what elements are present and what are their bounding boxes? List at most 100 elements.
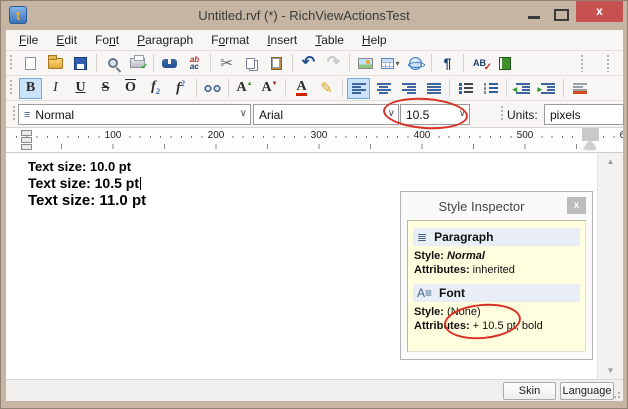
toolbar-separator: [431, 54, 432, 72]
paragraph-marks-icon[interactable]: ¶: [436, 53, 459, 74]
title-bar[interactable]: Untitled.rvf (*) - RichViewActionsTest x: [1, 1, 627, 30]
redo-icon[interactable]: ↷: [322, 53, 345, 74]
menu-paragraph[interactable]: Paragraph: [128, 31, 202, 49]
increase-indent-icon[interactable]: ▸: [536, 78, 559, 99]
ruler-label: 300: [306, 130, 332, 141]
menu-file[interactable]: File: [10, 31, 47, 49]
italic-icon[interactable]: I: [44, 78, 67, 99]
overline-icon[interactable]: O: [119, 78, 142, 99]
close-icon[interactable]: x: [576, 1, 623, 22]
decrease-indent-icon[interactable]: ◂: [511, 78, 534, 99]
ruler-label: 400: [409, 130, 435, 141]
superscript-icon[interactable]: f2: [169, 78, 192, 99]
toolbar-grip[interactable]: [607, 55, 610, 72]
style-combo-value: Normal: [35, 108, 74, 122]
ruler-margin-area: [582, 128, 599, 141]
cut-icon[interactable]: ✂: [215, 53, 238, 74]
ruler-minor-ticks: [61, 144, 621, 149]
scroll-down-icon[interactable]: ▼: [598, 362, 623, 379]
underline-icon[interactable]: U: [69, 78, 92, 99]
close-icon[interactable]: x: [567, 197, 586, 214]
menu-edit[interactable]: Edit: [47, 31, 86, 49]
menu-bar: FileEditFontParagraphFormatInsertTableHe…: [6, 30, 623, 51]
document-line[interactable]: Text size: 11.0 pt: [28, 192, 146, 210]
menu-help[interactable]: Help: [353, 31, 396, 49]
scroll-up-icon[interactable]: ▲: [598, 153, 623, 170]
resize-grip[interactable]: [610, 388, 620, 398]
toolbar-grip[interactable]: [501, 106, 504, 122]
print-icon[interactable]: [126, 53, 149, 74]
minimize-icon[interactable]: [528, 16, 540, 19]
shrink-font-icon[interactable]: A▼: [258, 78, 281, 99]
toolbar-grip[interactable]: [10, 55, 13, 71]
bullets-icon[interactable]: [454, 78, 477, 99]
bold-icon[interactable]: B: [19, 78, 42, 99]
align-justify-icon[interactable]: [422, 78, 445, 99]
character-spacing-icon[interactable]: [201, 78, 224, 99]
document-line[interactable]: Text size: 10.5 pt: [28, 175, 146, 192]
toolbar-grip[interactable]: [581, 55, 584, 72]
grow-font-icon[interactable]: A▲: [233, 78, 256, 99]
left-indent-marker[interactable]: [21, 137, 32, 143]
find-icon[interactable]: [158, 53, 181, 74]
units-label: Units:: [507, 108, 538, 122]
status-bar: Skin Language: [6, 379, 623, 401]
document-line-text: Text size: 11.0 pt: [28, 192, 146, 209]
toolbar-separator: [210, 54, 211, 72]
vertical-scrollbar[interactable]: ▲ ▼: [597, 153, 623, 379]
paragraph-attributes-row: Attributes: inherited: [408, 263, 585, 277]
spellcheck-icon[interactable]: AB✓: [468, 53, 491, 74]
chevron-down-icon[interactable]: ∨: [240, 108, 247, 119]
document-line-text: Text size: 10.0 pt: [28, 159, 131, 174]
toolbar-grip[interactable]: [13, 106, 16, 122]
ruler-label: 100: [100, 130, 126, 141]
units-combo[interactable]: pixels: [544, 104, 624, 125]
insert-image-icon[interactable]: [354, 53, 377, 74]
font-combo[interactable]: Arial ∨: [253, 104, 399, 125]
thesaurus-icon[interactable]: [493, 53, 516, 74]
toolbar-separator: [563, 79, 564, 97]
language-button[interactable]: Language: [560, 382, 614, 400]
left-margin-marker[interactable]: [21, 144, 32, 150]
skin-button[interactable]: Skin: [503, 382, 556, 400]
document-line[interactable]: Text size: 10.0 pt: [28, 159, 146, 175]
align-center-icon[interactable]: [372, 78, 395, 99]
font-section-header: A≡ Font: [413, 284, 580, 302]
strikethrough-icon[interactable]: S: [94, 78, 117, 99]
right-indent-marker[interactable]: [584, 141, 596, 149]
font-combo-value: Arial: [259, 108, 283, 122]
replace-icon[interactable]: abac: [183, 53, 206, 74]
toolbar-separator: [463, 54, 464, 72]
print-preview-icon[interactable]: [101, 53, 124, 74]
maximize-icon[interactable]: [554, 9, 569, 21]
first-line-indent-marker[interactable]: [21, 130, 32, 136]
paragraph-section-header: ≣ Paragraph: [413, 228, 580, 246]
paragraph-style-row: Style: Normal: [408, 249, 585, 263]
toolbar-grip[interactable]: [10, 80, 13, 96]
new-document-icon[interactable]: [19, 53, 42, 74]
paragraph-color-icon[interactable]: [568, 78, 591, 99]
copy-icon[interactable]: [240, 53, 263, 74]
align-right-icon[interactable]: [397, 78, 420, 99]
hyperlink-icon[interactable]: [404, 53, 427, 74]
insert-table-icon[interactable]: ▾: [379, 53, 402, 74]
menu-table[interactable]: Table: [306, 31, 353, 49]
numbering-icon[interactable]: [479, 78, 502, 99]
menu-insert[interactable]: Insert: [258, 31, 306, 49]
toolbar-standard-icons: abac ✂ ↶↷ ▾ ¶ AB✓: [18, 53, 517, 74]
font-color-icon[interactable]: A: [290, 78, 313, 99]
align-left-icon[interactable]: [347, 78, 370, 99]
toolbar-separator: [292, 54, 293, 72]
menu-format[interactable]: Format: [202, 31, 258, 49]
open-icon[interactable]: [44, 53, 67, 74]
menu-font[interactable]: Font: [86, 31, 128, 49]
ruler-label: 200: [203, 130, 229, 141]
subscript-icon[interactable]: f2: [144, 78, 167, 99]
paste-icon[interactable]: [265, 53, 288, 74]
style-combo[interactable]: ≡ Normal ∨: [18, 104, 251, 125]
toolbar-separator: [285, 79, 286, 97]
highlight-icon[interactable]: ✎: [315, 78, 338, 99]
save-icon[interactable]: [69, 53, 92, 74]
toolbar-separator: [506, 79, 507, 97]
undo-icon[interactable]: ↶: [297, 53, 320, 74]
